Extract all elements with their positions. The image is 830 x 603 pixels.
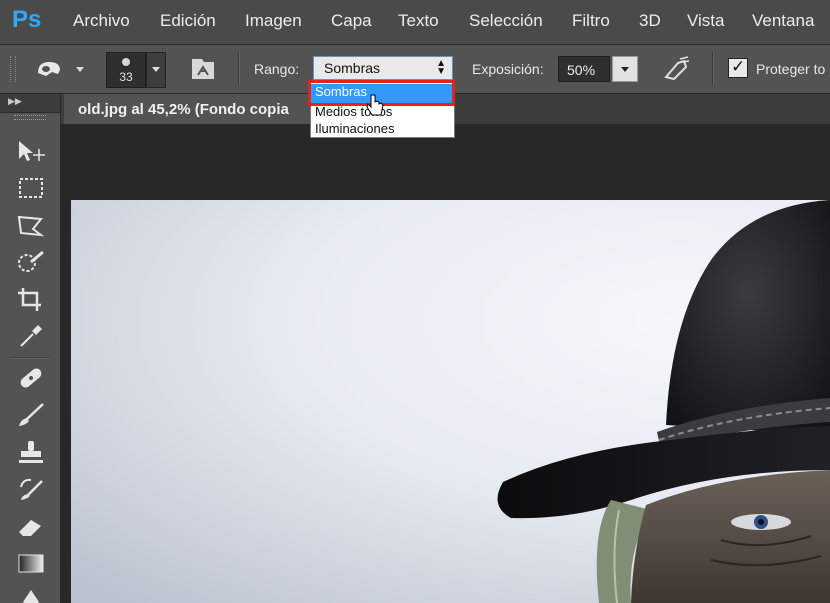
menu-capa[interactable]: Capa [331, 11, 372, 31]
brush-size-picker[interactable]: 33 [106, 52, 146, 88]
menu-edicion[interactable]: Edición [160, 11, 216, 31]
lasso-icon [17, 215, 45, 237]
proteger-tonos-label: Proteger to [756, 61, 826, 77]
option-iluminaciones[interactable]: Iluminaciones [315, 121, 395, 136]
menu-imagen[interactable]: Imagen [245, 11, 302, 31]
move-tool[interactable] [13, 137, 49, 165]
separator [712, 52, 714, 86]
brush-panel-icon [192, 59, 214, 79]
chevron-down-icon [621, 67, 629, 72]
chevron-down-icon [152, 67, 160, 72]
clone-stamp-tool[interactable] [13, 438, 49, 466]
brush-panel-button[interactable] [188, 55, 218, 83]
hand-cursor-icon [366, 93, 386, 119]
healing-brush-icon [20, 368, 42, 388]
move-icon [19, 141, 45, 161]
airbrush-icon [664, 56, 690, 81]
eraser-tool[interactable] [13, 512, 49, 540]
menu-filtro[interactable]: Filtro [572, 11, 610, 31]
eraser-icon [19, 520, 41, 536]
tool-preset-picker[interactable] [32, 56, 84, 82]
crop-icon [18, 288, 41, 311]
quick-selection-tool[interactable] [13, 248, 49, 276]
quick-selection-icon [18, 250, 44, 272]
collapse-icon[interactable]: ▶▶ [8, 96, 22, 107]
select-arrows-icon: ▲ ▼ [436, 58, 446, 77]
checkmark-icon: ✓ [731, 57, 746, 76]
exposicion-input[interactable]: 50% [558, 56, 610, 82]
toolbox-divider [10, 357, 50, 359]
toolbox-grip[interactable] [14, 115, 46, 120]
menu-3d[interactable]: 3D [639, 11, 661, 31]
brush-icon [19, 403, 44, 426]
gradient-icon [18, 554, 44, 573]
proteger-tonos-checkbox[interactable]: ✓ [728, 57, 748, 78]
chevron-down-icon [76, 67, 84, 72]
photo-old-man-hat [497, 200, 830, 603]
brush-tool[interactable] [13, 401, 49, 429]
history-brush-icon [20, 478, 43, 500]
brush-size-dropdown[interactable] [146, 52, 166, 88]
menu-texto[interactable]: Texto [398, 11, 439, 31]
menu-vista[interactable]: Vista [687, 11, 725, 31]
exposicion-slider-button[interactable] [612, 56, 638, 82]
document-canvas[interactable] [71, 200, 830, 603]
clone-stamp-icon [19, 441, 43, 463]
blur-icon [23, 590, 39, 603]
burn-tool-icon [38, 62, 60, 76]
brush-tip-icon [122, 58, 130, 66]
blur-tool[interactable] [13, 586, 49, 603]
marquee-icon [19, 178, 43, 198]
photoshop-logo: Ps [12, 6, 42, 33]
history-brush-tool[interactable] [13, 475, 49, 503]
crop-tool[interactable] [13, 285, 49, 313]
menu-archivo[interactable]: Archivo [73, 11, 130, 31]
gradient-tool[interactable] [13, 549, 49, 577]
eyedropper-tool[interactable] [13, 322, 49, 350]
menu-seleccion[interactable]: Selección [469, 11, 543, 31]
rango-label: Rango: [254, 61, 300, 77]
exposicion-value: 50% [567, 62, 596, 78]
marquee-tool[interactable] [13, 174, 49, 202]
menu-bar: Ps Archivo Edición Imagen Capa Texto Sel… [0, 0, 830, 45]
document-tab-title: old.jpg al 45,2% (Fondo copia [78, 101, 289, 118]
brush-size-value: 33 [119, 70, 133, 84]
rango-select-value: Sombras [324, 60, 381, 76]
options-bar-grip[interactable] [10, 56, 16, 82]
rango-select[interactable]: Sombras ▲ ▼ [313, 56, 453, 80]
eyedropper-icon [20, 325, 42, 347]
lasso-tool[interactable] [13, 211, 49, 239]
healing-brush-tool[interactable] [13, 364, 49, 392]
exposicion-label: Exposición: [472, 61, 544, 77]
separator [238, 52, 240, 86]
menu-ventana[interactable]: Ventana [752, 11, 814, 31]
airbrush-toggle[interactable] [662, 55, 692, 83]
